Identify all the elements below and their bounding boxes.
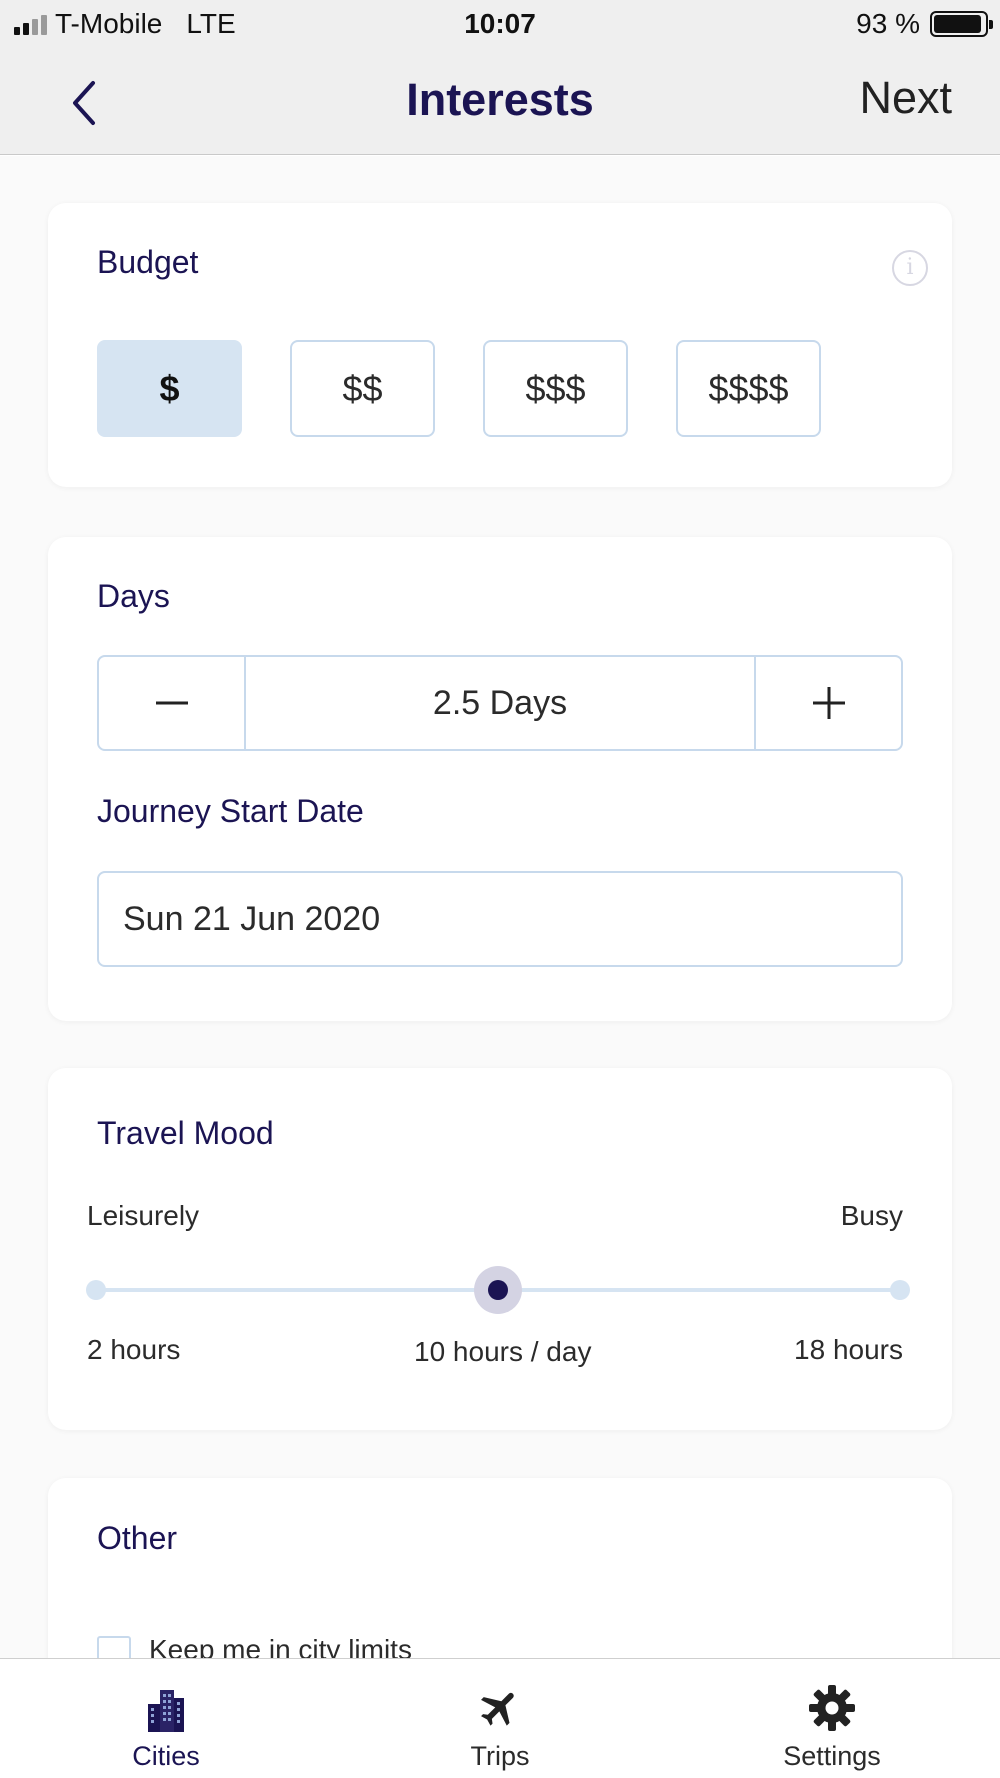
days-stepper: 2.5 Days	[97, 655, 903, 751]
travel-mood-card: Travel Mood Leisurely Busy 2 hours 10 ho…	[48, 1068, 952, 1430]
leisurely-label: Leisurely	[87, 1200, 200, 1231]
content-area[interactable]: Budget i $ $$ $$$ $$$$ Days 2.5 Days Jou…	[0, 156, 1000, 1658]
tab-bar: Cities Trips Settings	[0, 1658, 1000, 1778]
info-icon[interactable]: i	[892, 250, 928, 286]
travel-mood-title: Travel Mood	[97, 1115, 274, 1151]
tab-settings-label: Settings	[783, 1741, 881, 1771]
start-date-field[interactable]: Sun 21 Jun 2020	[97, 871, 903, 967]
status-time: 10:07	[464, 8, 536, 39]
start-date-title: Journey Start Date	[97, 793, 364, 829]
navigation-bar: Interests Next	[0, 50, 1000, 155]
budget-option-3[interactable]: $$$	[483, 340, 628, 437]
travel-mood-slider-thumb[interactable]	[474, 1266, 522, 1314]
slider-thumb-dot	[488, 1280, 508, 1300]
city-limits-label[interactable]: Keep me in city limits	[149, 1634, 412, 1658]
battery-percent: 93 %	[856, 8, 920, 39]
plus-icon	[812, 687, 845, 719]
tab-settings[interactable]: Settings	[732, 1659, 932, 1778]
status-right: 93 %	[856, 8, 993, 40]
tab-trips[interactable]: Trips	[400, 1659, 600, 1778]
other-title: Other	[97, 1520, 178, 1556]
slider-max-dot	[890, 1280, 910, 1300]
budget-option-1[interactable]: $	[97, 340, 242, 437]
tab-trips-label: Trips	[470, 1741, 530, 1771]
days-card: Days 2.5 Days Journey Start Date Sun 21 …	[48, 537, 952, 1021]
busy-label: Busy	[840, 1200, 903, 1231]
gear-icon	[805, 1681, 859, 1735]
buildings-icon	[139, 1681, 193, 1735]
city-limits-checkbox[interactable]	[97, 1636, 131, 1658]
budget-option-2[interactable]: $$	[290, 340, 435, 437]
battery-icon	[930, 11, 993, 37]
decrement-button[interactable]	[99, 657, 244, 749]
tab-cities[interactable]: Cities	[66, 1659, 266, 1778]
page-title: Interests	[406, 74, 594, 125]
max-hours-label: 18 hours	[794, 1334, 903, 1365]
days-value: 2.5 Days	[244, 657, 756, 749]
minus-icon	[155, 701, 188, 705]
status-bar: T-Mobile LTE 10:07 93 %	[0, 0, 1000, 50]
airplane-icon	[473, 1681, 527, 1735]
slider-min-dot	[86, 1280, 106, 1300]
days-title: Days	[97, 578, 170, 614]
min-hours-label: 2 hours	[87, 1334, 181, 1365]
current-hours-label: 10 hours / day	[414, 1336, 592, 1367]
budget-title: Budget	[97, 244, 199, 280]
budget-option-4[interactable]: $$$$	[676, 340, 821, 437]
increment-button[interactable]	[756, 657, 901, 749]
tab-cities-label: Cities	[132, 1741, 200, 1771]
other-card: Other Keep me in city limits	[48, 1478, 952, 1658]
budget-card: Budget i $ $$ $$$ $$$$	[48, 203, 952, 487]
next-button[interactable]: Next	[859, 72, 952, 124]
